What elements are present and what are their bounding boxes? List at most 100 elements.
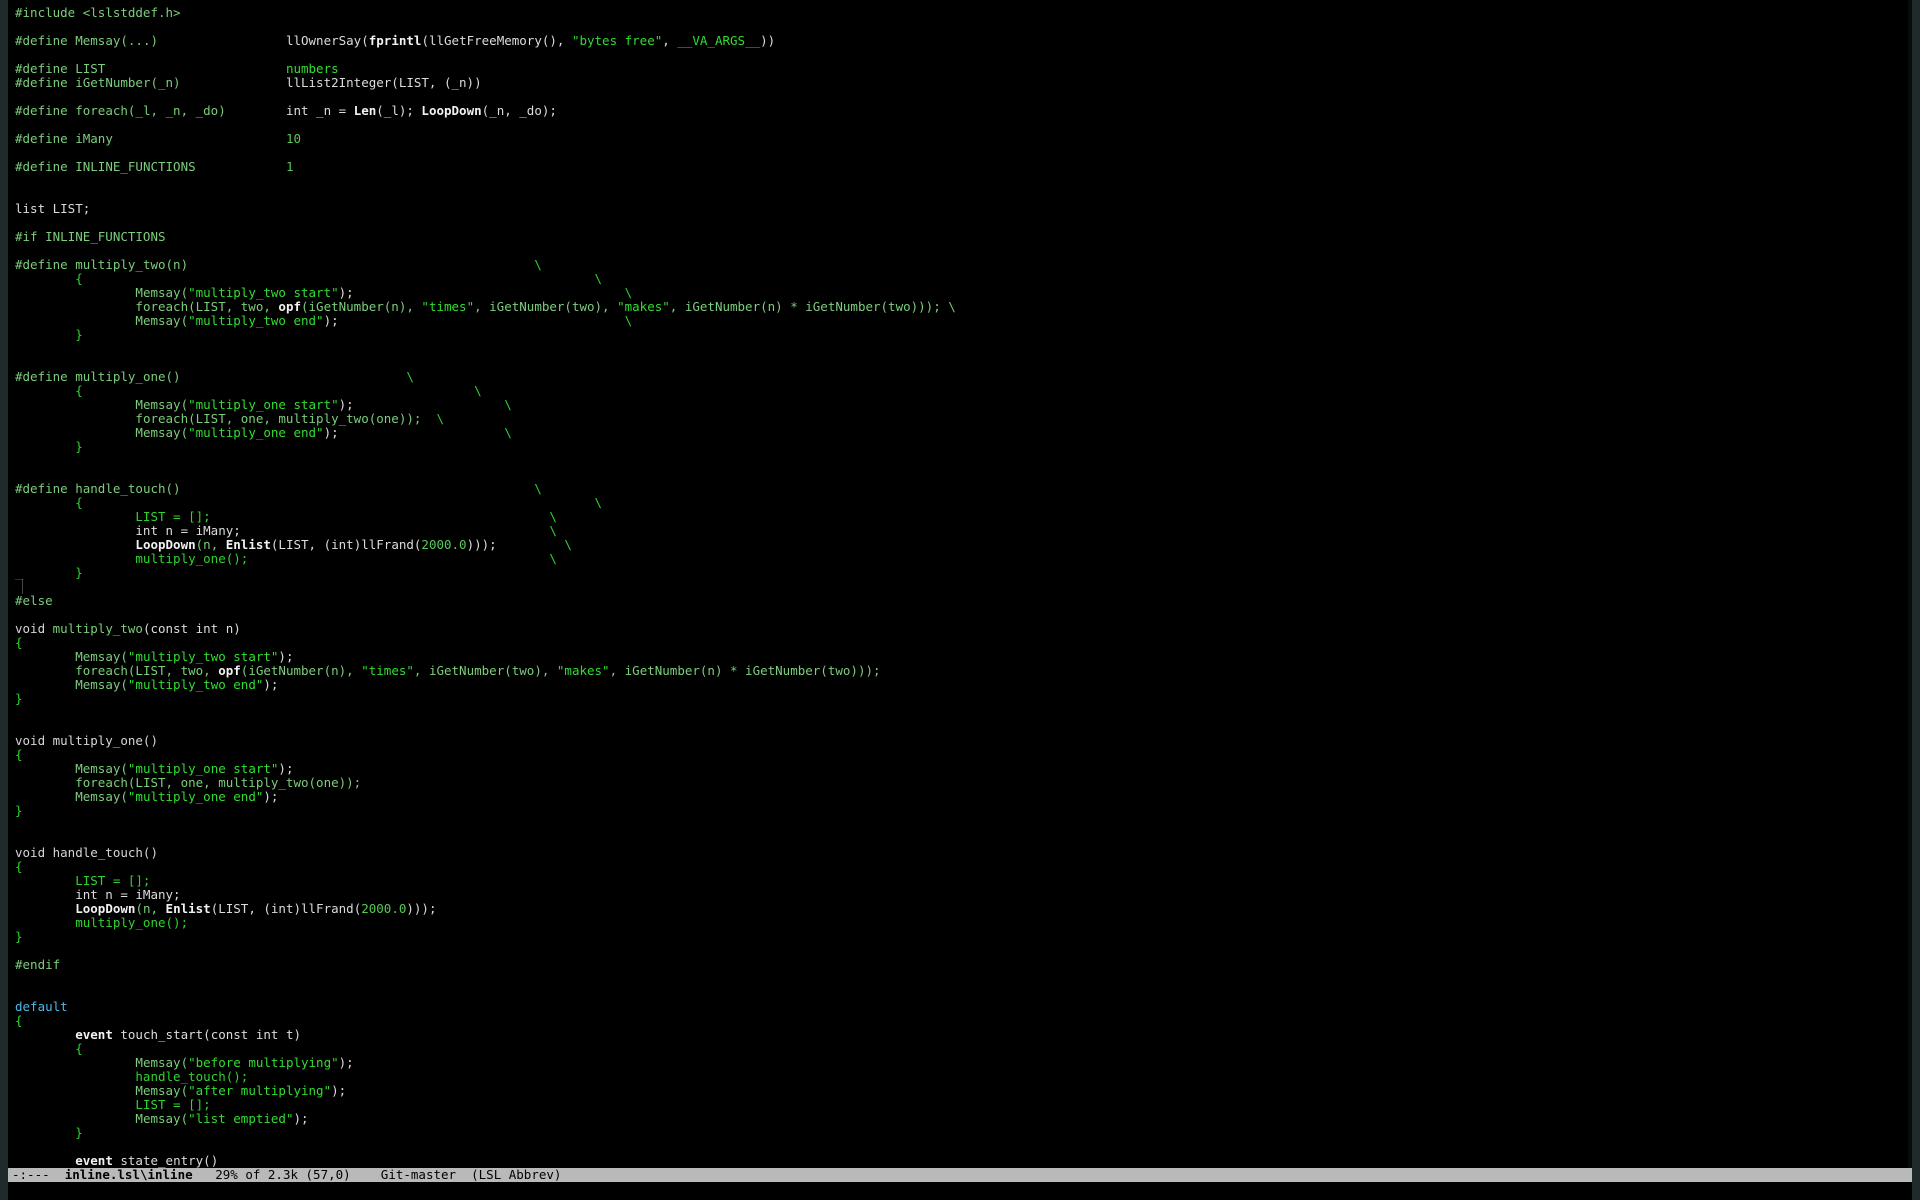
- code-token: int _n =: [285, 103, 354, 118]
- minibuffer[interactable]: [8, 1184, 1912, 1200]
- code-token: "multiply_two end": [188, 313, 324, 328]
- code-token: );: [278, 761, 294, 776]
- code-line: }: [15, 566, 1912, 580]
- code-token: \: [338, 425, 512, 440]
- code-token: (n,: [195, 537, 226, 552]
- code-text[interactable]: #include <lslstddef.h> #define Memsay(...…: [8, 6, 1912, 1168]
- code-token: )));: [466, 537, 497, 552]
- code-token: "times": [361, 663, 414, 678]
- code-token: Enlist: [225, 537, 271, 552]
- code-token: LoopDown: [75, 901, 136, 916]
- code-line: #define INLINE_FUNCTIONS 1: [15, 160, 1912, 174]
- code-token: (_l);: [376, 103, 422, 118]
- code-token: { \: [15, 495, 602, 510]
- code-token: (LIST, (int)llFrand(: [270, 537, 422, 552]
- code-token: );: [331, 1083, 347, 1098]
- code-token: );: [338, 397, 354, 412]
- code-token: "multiply_two start": [188, 285, 339, 300]
- code-token: "after multiplying": [188, 1083, 332, 1098]
- code-line: Memsay("multiply_one end");: [15, 790, 1912, 804]
- code-token: event: [75, 1027, 113, 1042]
- code-token: foreach(LIST, one, multiply_two(one));: [75, 775, 362, 790]
- code-token: );: [263, 677, 279, 692]
- code-token: {: [15, 747, 23, 762]
- code-line: {: [15, 860, 1912, 874]
- code-token: handle_touch();: [15, 1069, 249, 1084]
- code-token: list LIST;: [15, 201, 91, 216]
- code-token: Memsay(: [75, 761, 128, 776]
- code-token: "multiply_one start": [127, 761, 279, 776]
- code-token: {: [15, 635, 23, 650]
- code-token: 1: [285, 159, 294, 174]
- code-line: Memsay("multiply_two start");: [15, 650, 1912, 664]
- code-token: );: [293, 1111, 309, 1126]
- code-token: )));: [406, 901, 437, 916]
- code-token: \: [240, 523, 557, 538]
- code-line: }: [15, 440, 1912, 454]
- code-token: \: [338, 313, 633, 328]
- code-token: #else: [15, 593, 53, 608]
- code-line: #define handle_touch() \: [15, 482, 1912, 496]
- code-line: { \: [15, 384, 1912, 398]
- modeline-buffer-name[interactable]: inline.lsl\inline: [65, 1167, 193, 1182]
- code-token: __VA_ARGS__: [677, 33, 761, 48]
- code-token: void handle_touch(): [15, 845, 158, 860]
- code-token: (_n, _do);: [481, 103, 557, 118]
- code-token: #define: [15, 75, 76, 90]
- code-token: LIST = [];: [15, 873, 151, 888]
- code-line: foreach(LIST, two, opf(iGetNumber(n), "t…: [15, 300, 1912, 314]
- code-token: foreach(LIST, two,: [75, 663, 219, 678]
- code-line: LIST = [];: [15, 874, 1912, 888]
- modeline-major-mode[interactable]: (LSL Abbrev): [471, 1167, 561, 1182]
- code-token: \: [421, 411, 444, 426]
- code-line: #define multiply_one() \: [15, 370, 1912, 384]
- code-token: multiply_two: [52, 621, 143, 636]
- code-line: LoopDown(n, Enlist(LIST, (int)llFrand(20…: [15, 902, 1912, 916]
- code-token: }: [15, 1125, 83, 1140]
- code-token: Memsay(: [135, 1083, 189, 1098]
- code-editor[interactable]: #include <lslstddef.h> #define Memsay(...…: [8, 6, 1912, 1168]
- code-token: "multiply_two start": [127, 649, 279, 664]
- code-line: event touch_start(const int t): [15, 1028, 1912, 1042]
- code-token: foreach(_l, _n, _do): [75, 103, 226, 118]
- code-line: Memsay("multiply_one start");: [15, 762, 1912, 776]
- code-line: #define Memsay(...) llOwnerSay(fprintl(l…: [15, 34, 1912, 48]
- code-token: int n = iMany;: [15, 523, 241, 538]
- modeline-vcs-branch[interactable]: Git-master: [381, 1167, 456, 1182]
- code-line: #include <lslstddef.h>: [15, 6, 1912, 20]
- code-token: LIST = [];: [15, 509, 211, 524]
- code-token: (LIST, (int)llFrand(: [210, 901, 362, 916]
- code-token: #define: [15, 33, 76, 48]
- code-token: \: [180, 481, 542, 496]
- code-line: {: [15, 748, 1912, 762]
- code-token: \: [496, 537, 572, 552]
- code-line: }: [15, 804, 1912, 818]
- code-line: foreach(LIST, two, opf(iGetNumber(n), "t…: [15, 664, 1912, 678]
- code-line: Memsay("multiply_one end"); \: [15, 426, 1912, 440]
- window-edge: [1908, 0, 1912, 1168]
- code-token: LoopDown: [135, 537, 196, 552]
- code-token: "times": [421, 299, 475, 314]
- code-token: Memsay(: [75, 677, 128, 692]
- code-token: multiply_two(n): [75, 257, 189, 272]
- code-token: Memsay(: [75, 649, 128, 664]
